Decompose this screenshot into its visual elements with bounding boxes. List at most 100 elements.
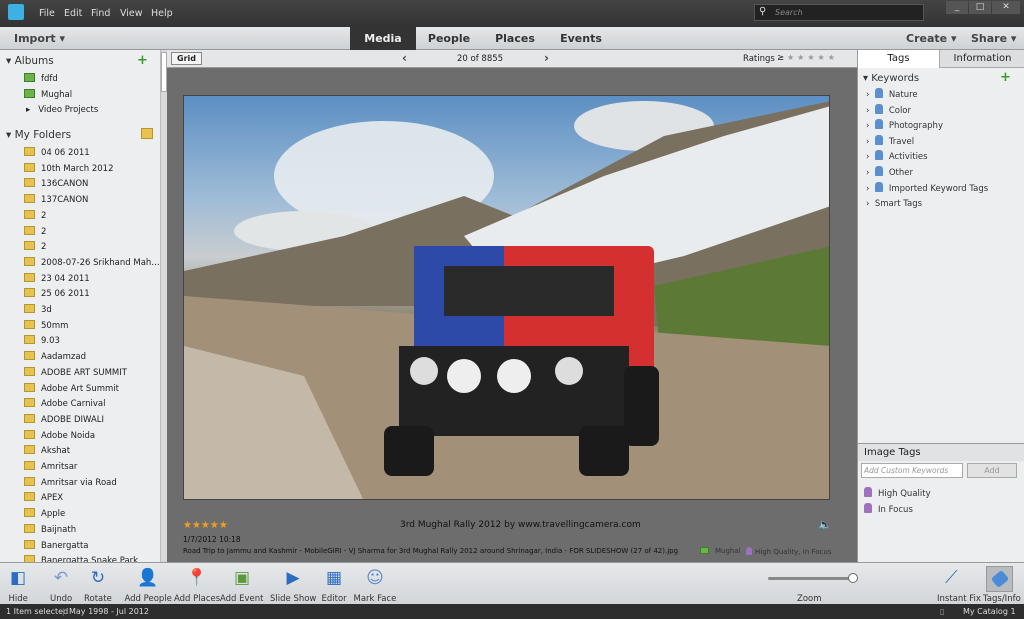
folder-item[interactable]: Amritsar	[24, 461, 77, 476]
folder-item[interactable]: Banergatta Snake Park	[24, 555, 138, 562]
image-tag[interactable]: High Quality	[864, 487, 931, 499]
folder-item[interactable]: Adobe Art Summit	[24, 382, 119, 398]
maximize-button[interactable]: □	[969, 1, 991, 14]
rating-stars[interactable]: ★★★★★	[183, 520, 228, 531]
close-button[interactable]: ✕	[992, 1, 1020, 14]
folder-item[interactable]: 50mm	[24, 319, 68, 335]
folder-item[interactable]: 04 06 2011	[24, 147, 90, 162]
folder-item[interactable]: Akshat	[24, 445, 70, 460]
tab-places[interactable]: Places	[482, 27, 548, 50]
tags-info-icon[interactable]	[986, 566, 1013, 592]
minimize-button[interactable]: _	[946, 1, 968, 14]
create-button[interactable]: Create ▾	[906, 32, 956, 45]
add-places-button[interactable]: Add Places	[174, 594, 220, 604]
keyword-category[interactable]: › Travel	[866, 134, 914, 147]
tab-tags[interactable]: Tags	[858, 50, 940, 68]
menu-view[interactable]: View	[120, 8, 143, 19]
keyword-category[interactable]: › Activities	[866, 150, 928, 162]
folder-item[interactable]: 136CANON	[24, 178, 88, 193]
slide-show-button[interactable]: Slide Show	[270, 594, 316, 604]
add-album-icon[interactable]: +	[137, 53, 148, 68]
folder-item[interactable]: Apple	[24, 508, 65, 523]
mark-face-button[interactable]: Mark Face	[354, 594, 397, 604]
smart-tags[interactable]: › Smart Tags	[866, 199, 922, 209]
menu-edit[interactable]: Edit	[64, 8, 82, 19]
folder-item[interactable]: 25 06 2011	[24, 288, 90, 303]
tab-media[interactable]: Media	[350, 27, 416, 50]
folder-item[interactable]: 2	[24, 209, 46, 225]
hide-button[interactable]: Hide	[9, 594, 28, 604]
add-keyword-icon[interactable]: +	[1000, 70, 1011, 85]
next-icon[interactable]: ›	[544, 51, 549, 65]
grid-button[interactable]: Grid	[171, 52, 202, 65]
add-keyword-button[interactable]: Add	[967, 463, 1017, 478]
instant-fix-button[interactable]: Instant Fix	[937, 594, 981, 604]
folder-item[interactable]: Adobe Noida	[24, 429, 95, 445]
folder-item[interactable]: 2008-07-26 Srikhand Mah…	[24, 256, 160, 272]
folder-item[interactable]: Baijnath	[24, 523, 76, 539]
rotate-button[interactable]: Rotate	[84, 594, 112, 604]
folder-item[interactable]: 23 04 2011	[24, 272, 90, 288]
custom-keyword-input[interactable]: Add Custom Keywords	[861, 463, 963, 478]
undo-button[interactable]: Undo	[50, 594, 72, 604]
folder-item[interactable]: Amritsar via Road	[24, 476, 117, 492]
keyword-category[interactable]: › Other	[866, 166, 913, 178]
menu-find[interactable]: Find	[91, 8, 110, 19]
folder-item[interactable]: 2	[24, 225, 46, 241]
prev-icon[interactable]: ‹	[402, 51, 407, 65]
audio-caption-icon[interactable]: 🔈	[818, 518, 832, 531]
mark-face-icon[interactable]: ☺	[364, 568, 386, 590]
folder-item[interactable]: 3d	[24, 304, 52, 319]
folder-item[interactable]: Aadamzad	[24, 351, 86, 366]
menu-help[interactable]: Help	[151, 8, 173, 19]
rotate-icon[interactable]: ↻	[87, 568, 109, 590]
editor-button[interactable]: Editor	[322, 594, 347, 604]
add-places-icon[interactable]: 📍	[186, 568, 208, 590]
zoom-slider[interactable]	[768, 577, 853, 580]
undo-icon[interactable]: ↶	[50, 568, 72, 590]
keyword-category[interactable]: › Imported Keyword Tags	[866, 181, 988, 194]
instant-fix-icon[interactable]: ⟋	[945, 567, 958, 588]
folder-item[interactable]: ADOBE ART SUMMIT	[24, 366, 127, 382]
add-event-button[interactable]: Add Event	[220, 594, 264, 604]
hide-panel-icon[interactable]: ◧	[7, 568, 29, 590]
add-people-icon[interactable]: 👤	[137, 568, 159, 590]
add-event-icon[interactable]: ▣	[231, 568, 253, 590]
catalog-name[interactable]: My Catalog 1	[963, 604, 1016, 619]
folder-item[interactable]: ADOBE DIWALI	[24, 413, 104, 429]
tags-info-button[interactable]: Tags/Info	[983, 594, 1021, 604]
tab-events[interactable]: Events	[548, 27, 614, 50]
keyword-category[interactable]: › Nature	[866, 88, 918, 100]
import-button[interactable]: Import ▾	[14, 32, 65, 45]
folder-item[interactable]: 10th March 2012	[24, 162, 113, 178]
image-tag[interactable]: In Focus	[864, 503, 913, 515]
tab-information[interactable]: Information	[940, 50, 1024, 68]
slideshow-icon[interactable]: ▶	[282, 568, 304, 590]
folders-header[interactable]: ▾ My Folders	[6, 129, 71, 141]
add-people-button[interactable]: Add People	[125, 594, 172, 604]
folder-item[interactable]: 2	[24, 241, 46, 256]
zoom-slider-handle[interactable]	[848, 573, 858, 583]
photo-preview[interactable]	[183, 95, 830, 500]
tab-people[interactable]: People	[416, 27, 482, 50]
folder-view-icon[interactable]	[141, 128, 153, 139]
ratings-operator[interactable]: ≥	[777, 53, 784, 63]
ratings-filter-stars[interactable]: ★★★★★	[787, 53, 838, 62]
folder-item[interactable]: Adobe Carnival	[24, 398, 105, 413]
keywords-header[interactable]: ▾ Keywords	[863, 73, 919, 84]
search-input[interactable]: ⚲ Search	[754, 4, 924, 21]
folder-item[interactable]: 137CANON	[24, 194, 88, 209]
album-item[interactable]: ▸ Video Projects	[24, 105, 98, 120]
keyword-category[interactable]: › Color	[866, 103, 911, 116]
album-item[interactable]: fdfd	[24, 73, 58, 88]
share-button[interactable]: Share ▾	[971, 32, 1016, 45]
albums-header[interactable]: ▾ Albums	[6, 55, 54, 67]
photo-caption[interactable]: 3rd Mughal Rally 2012 by www.travellingc…	[400, 520, 641, 530]
left-scrollbar[interactable]	[160, 50, 167, 562]
editor-icon[interactable]: ▦	[323, 568, 345, 590]
folder-item[interactable]: 9.03	[24, 335, 60, 350]
keyword-category[interactable]: › Photography	[866, 119, 943, 131]
album-item[interactable]: Mughal	[24, 89, 72, 104]
folder-item[interactable]: APEX	[24, 492, 63, 507]
menu-file[interactable]: File	[39, 8, 55, 19]
